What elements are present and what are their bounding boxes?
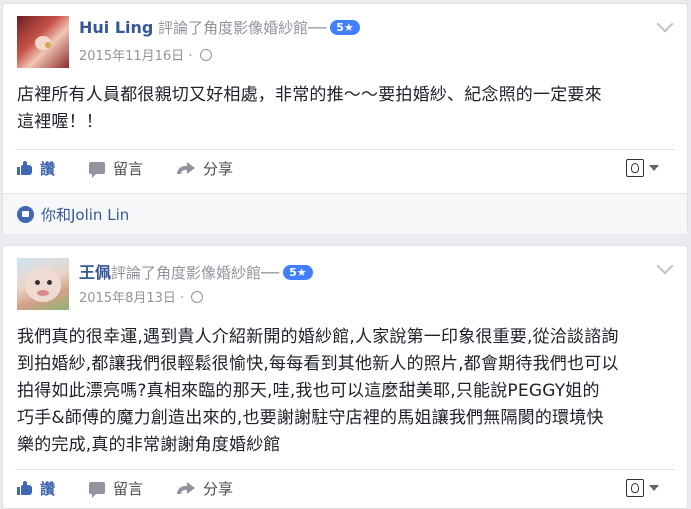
post-header: Hui Ling 評論了角度影像婚紗館── 5★ <box>79 17 360 38</box>
action-bar: 讚 留言 分享 <box>17 154 675 182</box>
author-avatar[interactable] <box>17 258 69 310</box>
thumbs-up-icon <box>17 161 32 175</box>
post-body: 店裡所有人員都很親切又好相處，非常的推～～要拍婚紗、紀念照的一定要來 這裡喔！！ <box>17 82 673 136</box>
post-header: 王佩評論了角度影像婚紗館── 5★ <box>79 259 313 283</box>
review-post: Hui Ling 評論了角度影像婚紗館── 5★ 2015年11月16日 · 店裡… <box>2 3 688 234</box>
comment-button[interactable]: 留言 <box>89 478 143 499</box>
comment-label: 留言 <box>113 159 144 178</box>
share-icon <box>177 482 196 494</box>
share-button[interactable]: 分享 <box>177 158 233 179</box>
post-date[interactable]: 2015年8月13日 <box>79 291 176 306</box>
meta-separator: · <box>188 49 193 64</box>
comment-icon <box>89 482 106 498</box>
meta-separator: · <box>180 291 185 306</box>
share-icon <box>177 162 196 174</box>
post-meta: 2015年11月16日 · <box>79 45 212 64</box>
post-body-line: 這裡喔！！ <box>17 112 103 132</box>
caret-down-icon <box>649 165 659 171</box>
divider <box>15 469 675 470</box>
divider <box>15 149 675 150</box>
post-body-line: 樂的完成,真的非常謝謝角度婚紗館 <box>17 435 281 455</box>
post-meta: 2015年8月13日 · <box>79 287 204 306</box>
chevron-down-icon[interactable] <box>656 257 674 275</box>
comment-button[interactable]: 留言 <box>89 158 143 179</box>
reactions-bar[interactable]: 你和Jolin Lin <box>3 193 687 234</box>
review-action-text: 評論了角度影像婚紗館── <box>111 264 280 282</box>
post-body: 我們真的很幸運,遇到貴人介紹新開的婚紗館,人家說第一印象很重要,從洽談諮詢 到拍… <box>17 324 673 459</box>
like-button[interactable]: 讚 <box>17 478 55 499</box>
share-button[interactable]: 分享 <box>177 478 233 499</box>
globe-icon[interactable] <box>191 291 204 303</box>
author-name[interactable]: Hui Ling <box>79 18 153 37</box>
caret-down-icon <box>649 485 659 491</box>
like-label: 讚 <box>40 479 56 498</box>
share-label: 分享 <box>203 159 234 178</box>
like-button[interactable]: 讚 <box>17 158 55 179</box>
globe-icon[interactable] <box>199 49 212 61</box>
profile-picker[interactable] <box>626 159 659 177</box>
thumbs-up-icon <box>17 481 32 495</box>
post-body-line: 我們真的很幸運,遇到貴人介紹新開的婚紗館,人家說第一印象很重要,從洽談諮詢 <box>17 327 619 347</box>
comment-icon <box>89 162 106 178</box>
page-avatar-icon <box>626 479 644 497</box>
author-avatar[interactable] <box>17 16 69 68</box>
like-reaction-icon <box>17 205 34 223</box>
page-avatar-icon <box>626 159 644 177</box>
comment-label: 留言 <box>113 479 144 498</box>
rating-badge: 5★ <box>330 20 360 35</box>
post-date[interactable]: 2015年11月16日 <box>79 49 184 64</box>
author-name[interactable]: 王佩 <box>79 263 111 282</box>
post-body-line: 巧手&師傅的魔力創造出來的,也要謝謝駐守店裡的馬姐讓我們無隔閡的環境快 <box>17 408 604 428</box>
review-action-text: 評論了角度影像婚紗館── <box>158 19 327 37</box>
like-label: 讚 <box>40 159 56 178</box>
share-label: 分享 <box>203 479 234 498</box>
action-bar: 讚 留言 分享 <box>17 474 675 502</box>
post-body-line: 到拍婚紗,都讓我們很輕鬆很愉快,每每看到其他新人的照片,都會期待我們也可以 <box>17 354 619 374</box>
rating-badge: 5★ <box>283 265 313 280</box>
profile-picker[interactable] <box>626 479 659 497</box>
reactions-text[interactable]: 你和Jolin Lin <box>41 204 129 225</box>
review-post: 王佩評論了角度影像婚紗館── 5★ 2015年8月13日 · 我們真的很幸運,遇到… <box>2 245 688 509</box>
post-body-line: 拍得如此漂亮嗎?真相來臨的那天,哇,我也可以這麼甜美耶,只能說PEGGY姐的 <box>17 381 600 401</box>
chevron-down-icon[interactable] <box>656 15 674 33</box>
post-body-line: 店裡所有人員都很親切又好相處，非常的推～～要拍婚紗、紀念照的一定要來 <box>17 85 602 105</box>
